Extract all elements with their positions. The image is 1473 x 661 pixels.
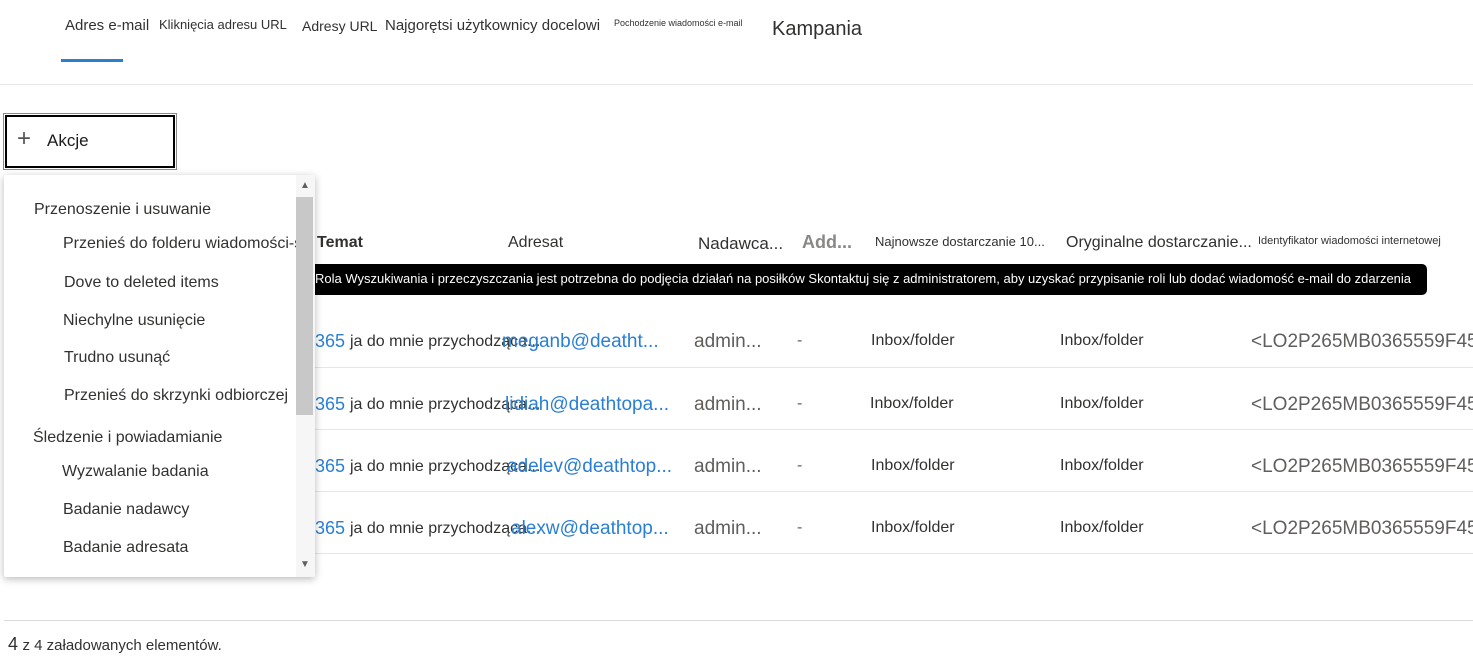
additional: - xyxy=(797,457,803,474)
menu-item-investigate-recipient[interactable]: Badanie adresata xyxy=(63,539,188,557)
column-header-latest-delivery[interactable]: Najnowsze dostarczanie 10... xyxy=(875,234,1045,249)
column-header-original-delivery[interactable]: Oryginalne dostarczanie... xyxy=(1066,234,1252,252)
row-divider xyxy=(300,491,1473,492)
sender: admin... xyxy=(694,456,762,477)
row-divider xyxy=(300,429,1473,430)
menu-item-move-to-junk[interactable]: Przenieś do folderu wiadomości-śmieci xyxy=(63,235,315,253)
menu-item-move-to-deleted[interactable]: Dove to deleted items xyxy=(64,274,219,292)
loaded-text: z 4 załadowanych elementów. xyxy=(22,637,222,654)
active-tab-indicator xyxy=(61,59,123,62)
additional: - xyxy=(797,332,803,349)
menu-item-move-to-inbox[interactable]: Przenieś do skrzynki odbiorczej xyxy=(64,387,288,405)
subject-prefix: 365 xyxy=(315,518,346,538)
sender: admin... xyxy=(694,331,762,352)
menu-section-header: Przenoszenie i usuwanie xyxy=(34,201,211,218)
subject-prefix: 365 xyxy=(315,394,346,414)
tab-url-clicks[interactable]: Kliknięcia adresu URL xyxy=(159,17,287,32)
loaded-count: 4 xyxy=(8,634,19,654)
recipient[interactable]: adelev@deathtop... xyxy=(507,456,672,478)
message-id: <LO2P265MB0365559F45 xyxy=(1251,394,1473,415)
original-delivery: Inbox/folder xyxy=(1060,457,1144,474)
original-delivery: Inbox/folder xyxy=(1060,519,1144,536)
additional: - xyxy=(797,395,803,412)
menu-item-soft-delete[interactable]: Niechylne usunięcie xyxy=(63,312,205,330)
row-divider xyxy=(300,367,1473,368)
message-id: <LO2P265MB0365559F45 xyxy=(1251,331,1473,352)
items-loaded-status: 4 z 4 załadowanych elementów. xyxy=(8,634,222,655)
actions-dropdown-menu: Przenoszenie i usuwanie Przenieś do fold… xyxy=(4,175,315,577)
actions-button-label: Akcje xyxy=(47,131,89,150)
message-id: <LO2P265MB0365559F45 xyxy=(1251,456,1473,477)
recipient[interactable]: meganb@deatht... xyxy=(502,331,659,353)
scroll-up-arrow-icon[interactable]: ▲ xyxy=(300,180,310,191)
subject-prefix: 365 xyxy=(315,331,346,351)
tab-top-targeted-users[interactable]: Najgorętsi użytkownicy docelowi xyxy=(385,17,600,34)
column-header-recipient[interactable]: Adresat xyxy=(508,234,563,252)
tab-bar: Adres e-mail Kliknięcia adresu URL Adres… xyxy=(0,0,1473,85)
column-header-additional[interactable]: Add... xyxy=(802,232,852,253)
column-header-internet-message-id[interactable]: Identyfikator wiadomości internetowej xyxy=(1258,235,1441,247)
footer-divider xyxy=(4,620,1473,621)
latest-delivery: Inbox/folder xyxy=(871,332,955,349)
original-delivery: Inbox/folder xyxy=(1060,332,1144,349)
latest-delivery: Inbox/folder xyxy=(870,395,954,412)
tab-email-address[interactable]: Adres e-mail xyxy=(65,17,149,34)
row-divider xyxy=(300,553,1473,554)
latest-delivery: Inbox/folder xyxy=(871,457,955,474)
original-delivery: Inbox/folder xyxy=(1060,395,1144,412)
additional: - xyxy=(797,519,803,536)
plus-icon: + xyxy=(17,125,32,152)
permission-tooltip: Rola Wyszukiwania i przeczyszczania jest… xyxy=(303,264,1427,295)
tab-email-origin[interactable]: Pochodzenie wiadomości e-mail xyxy=(614,18,743,28)
recipient[interactable]: alexw@deathtop... xyxy=(511,518,669,540)
menu-item-hard-delete[interactable]: Trudno usunąć xyxy=(64,349,170,367)
scroll-thumb[interactable] xyxy=(296,197,313,415)
message-id: <LO2P265MB0365559F45 xyxy=(1251,518,1473,539)
menu-scrollbar[interactable]: ▲ ▼ xyxy=(296,175,315,577)
column-header-sender[interactable]: Nadawca... xyxy=(698,234,783,254)
sender: admin... xyxy=(694,394,762,415)
tab-urls[interactable]: Adresy URL xyxy=(302,18,377,34)
menu-section-header: Śledzenie i powiadamianie xyxy=(33,429,223,446)
latest-delivery: Inbox/folder xyxy=(871,519,955,536)
sender: admin... xyxy=(694,518,762,539)
actions-button[interactable]: + Akcje xyxy=(3,113,177,170)
menu-item-trigger-investigation[interactable]: Wyzwalanie badania xyxy=(62,463,209,481)
column-header-subject[interactable]: Temat xyxy=(317,234,363,252)
subject-prefix: 365 xyxy=(315,456,346,476)
recipient[interactable]: lidiah@deathtopa... xyxy=(505,394,669,416)
scroll-down-arrow-icon[interactable]: ▼ xyxy=(300,559,310,570)
tab-campaign[interactable]: Kampania xyxy=(772,18,862,41)
menu-item-investigate-sender[interactable]: Badanie nadawcy xyxy=(63,501,189,519)
